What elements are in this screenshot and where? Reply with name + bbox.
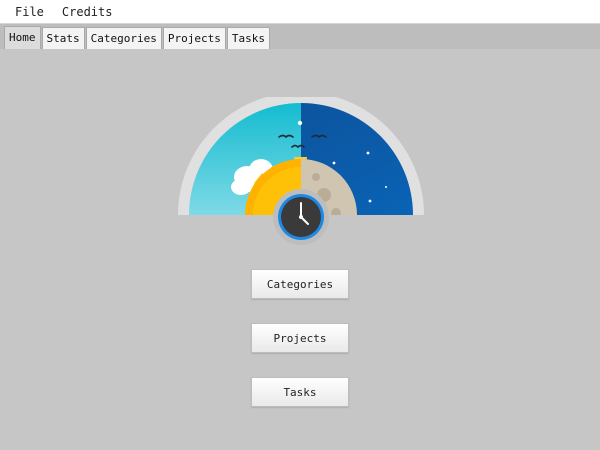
menu-bar: File Credits xyxy=(0,0,600,24)
tab-tasks[interactable]: Tasks xyxy=(226,27,270,49)
home-panel: Categories Projects Tasks xyxy=(0,49,600,450)
projects-button[interactable]: Projects xyxy=(251,323,349,353)
tab-home[interactable]: Home xyxy=(4,26,41,49)
clock-icon xyxy=(273,189,329,245)
menu-file[interactable]: File xyxy=(6,0,53,24)
tab-categories[interactable]: Categories xyxy=(85,27,162,49)
menu-credits[interactable]: Credits xyxy=(53,0,122,24)
day-night-clock-illustration xyxy=(176,97,426,292)
categories-button[interactable]: Categories xyxy=(251,269,349,299)
tab-projects[interactable]: Projects xyxy=(162,27,226,49)
tab-bar: Home Stats Categories Projects Tasks xyxy=(0,24,600,49)
tab-stats[interactable]: Stats xyxy=(41,27,85,49)
tasks-button[interactable]: Tasks xyxy=(251,377,349,407)
